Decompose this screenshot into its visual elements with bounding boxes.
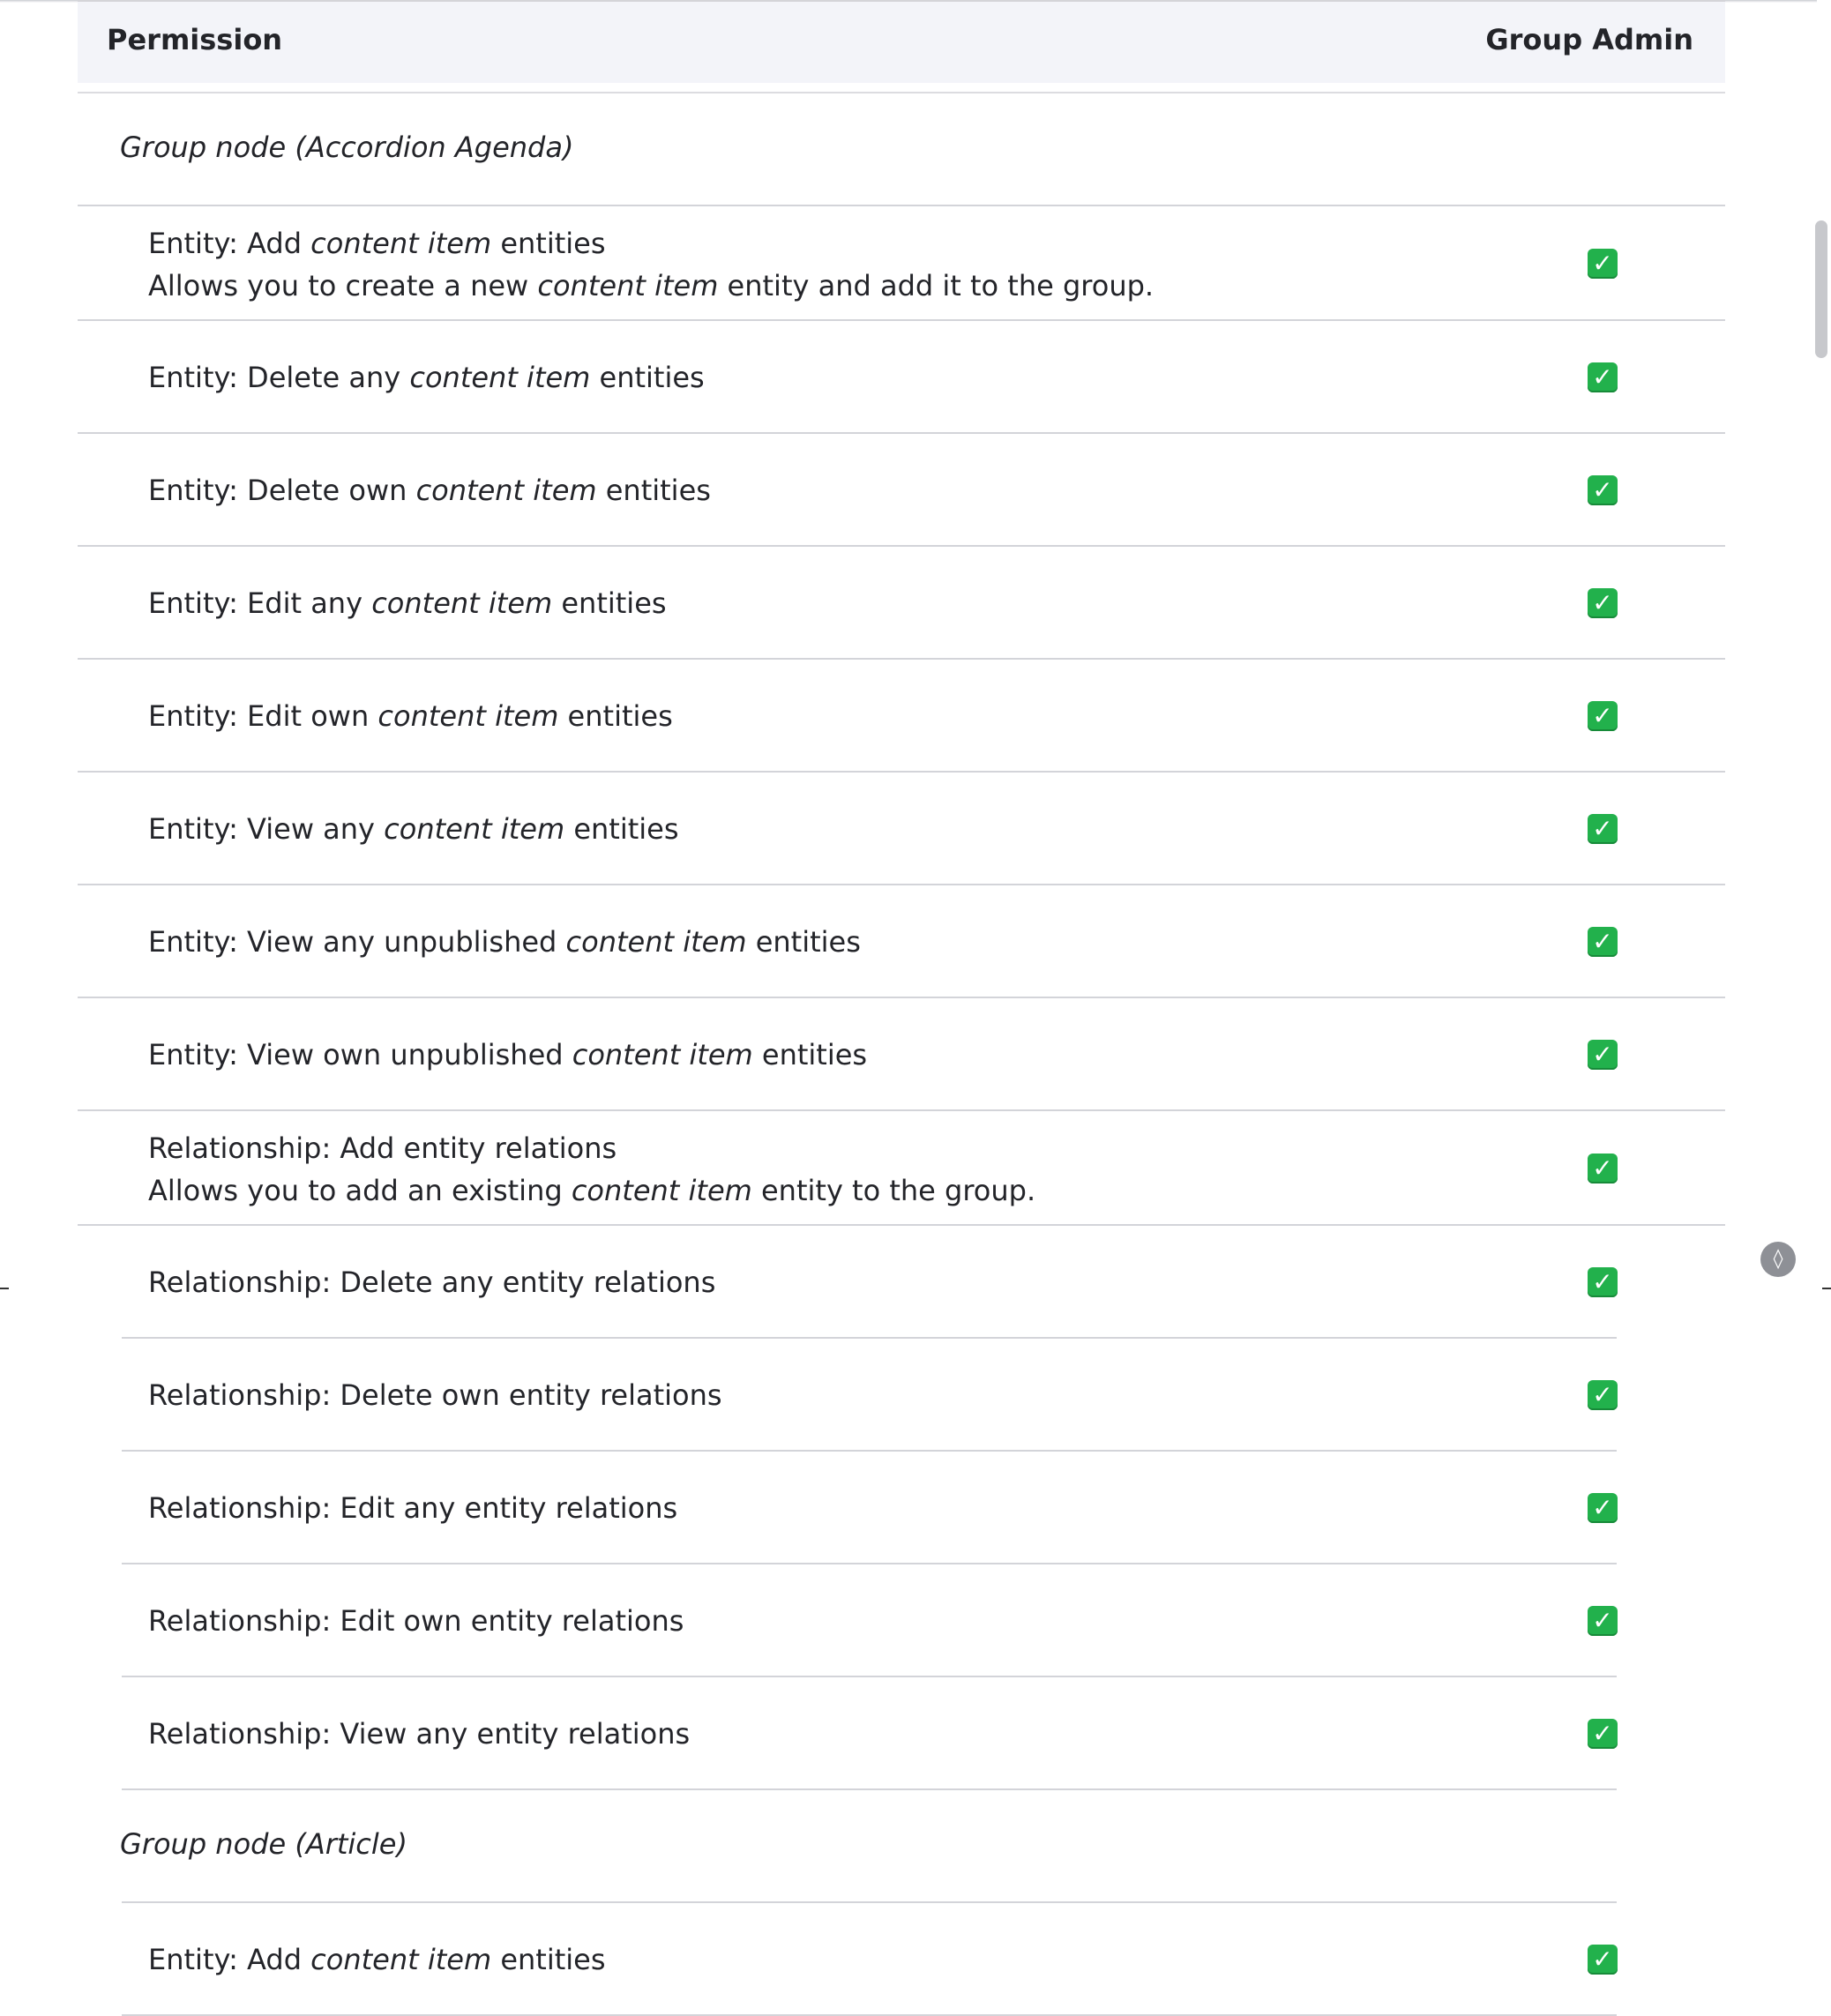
table-row: Entity: View any content item entities ✓ [78, 773, 1725, 885]
permission-label: Relationship: Delete own entity relation… [148, 1378, 722, 1412]
table-body: Group node (Accordion Agenda) Entity: Ad… [78, 93, 1725, 2016]
table-row: Relationship: Edit any entity relations … [78, 1452, 1725, 1564]
group-row-accordion-agenda: Group node (Accordion Agenda) [78, 93, 1725, 206]
permission-description: Allows you to add an existing content it… [148, 1174, 1036, 1207]
permission-label: Entity: Add content item entities Allows… [148, 222, 1154, 307]
table-row: Entity: View own unpublished content ite… [78, 998, 1725, 1111]
permission-label: Entity: Delete own content item entities [148, 474, 711, 507]
permission-label: Entity: Add content item entities [148, 1943, 606, 1976]
checkbox-checked-icon[interactable]: ✓ [1588, 927, 1618, 957]
checkbox-checked-icon[interactable]: ✓ [1588, 362, 1618, 392]
permission-label: Entity: View own unpublished content ite… [148, 1038, 868, 1071]
permission-label: Relationship: View any entity relations [148, 1717, 691, 1751]
permission-label: Entity: Delete any content item entities [148, 361, 705, 394]
checkbox-checked-icon[interactable]: ✓ [1588, 1040, 1618, 1070]
checkbox-checked-icon[interactable]: ✓ [1588, 1606, 1618, 1636]
table-row: Relationship: Edit own entity relations … [78, 1564, 1725, 1677]
checkbox-checked-icon[interactable]: ✓ [1588, 701, 1618, 731]
table-row: Relationship: Add entity relations Allow… [78, 1111, 1725, 1226]
checkbox-checked-icon[interactable]: ✓ [1588, 1493, 1618, 1523]
table-header: Permission Group Admin [78, 0, 1725, 93]
permission-description: Allows you to create a new content item … [148, 269, 1155, 302]
edge-divider [1822, 1288, 1831, 1289]
permission-label: Relationship: Edit any entity relations [148, 1491, 678, 1525]
permissions-table: Permission Group Admin Group node (Accor… [78, 0, 1725, 2016]
edge-divider [0, 1288, 9, 1289]
checkbox-checked-icon[interactable]: ✓ [1588, 1154, 1618, 1183]
table-row: Entity: Edit any content item entities ✓ [78, 547, 1725, 660]
checkbox-checked-icon[interactable]: ✓ [1588, 1719, 1618, 1749]
group-row-article: Group node (Article) [78, 1790, 1725, 1903]
permission-label: Relationship: Delete any entity relation… [148, 1266, 716, 1299]
table-row: Entity: Edit own content item entities ✓ [78, 660, 1725, 773]
table-row: Relationship: View any entity relations … [78, 1677, 1725, 1790]
group-label: Group node (Article) [120, 1827, 407, 1861]
table-row: Relationship: Delete own entity relation… [78, 1339, 1725, 1452]
permission-label: Entity: View any content item entities [148, 812, 679, 846]
checkbox-checked-icon[interactable]: ✓ [1588, 249, 1618, 279]
checkbox-checked-icon[interactable]: ✓ [1588, 1945, 1618, 1975]
permission-label: Relationship: Add entity relations Allow… [148, 1127, 1035, 1212]
permission-label: Entity: Edit any content item entities [148, 586, 667, 620]
checkbox-checked-icon[interactable]: ✓ [1588, 475, 1618, 505]
permission-label: Relationship: Edit own entity relations [148, 1604, 684, 1638]
table-row: Entity: Delete own content item entities… [78, 434, 1725, 547]
checkbox-checked-icon[interactable]: ✓ [1588, 1267, 1618, 1297]
group-label: Group node (Accordion Agenda) [120, 131, 574, 164]
permission-label: Entity: View any unpublished content ite… [148, 925, 861, 959]
table-row: Entity: Delete any content item entities… [78, 321, 1725, 434]
table-row: Entity: Add content item entities ✓ [78, 1903, 1725, 2016]
permission-column-header: Permission [107, 23, 283, 56]
vertical-scrollbar[interactable] [1815, 220, 1827, 358]
drupal-drop-icon[interactable]: ◊ [1760, 1242, 1796, 1277]
table-row: Entity: View any unpublished content ite… [78, 885, 1725, 998]
checkbox-checked-icon[interactable]: ✓ [1588, 1380, 1618, 1410]
checkbox-checked-icon[interactable]: ✓ [1588, 588, 1618, 618]
checkbox-checked-icon[interactable]: ✓ [1588, 814, 1618, 844]
permission-label: Entity: Edit own content item entities [148, 699, 673, 733]
table-row: Entity: Add content item entities Allows… [78, 206, 1725, 321]
group-admin-column-header[interactable]: Group Admin [1485, 23, 1693, 56]
table-row: Relationship: Delete any entity relation… [78, 1226, 1725, 1339]
